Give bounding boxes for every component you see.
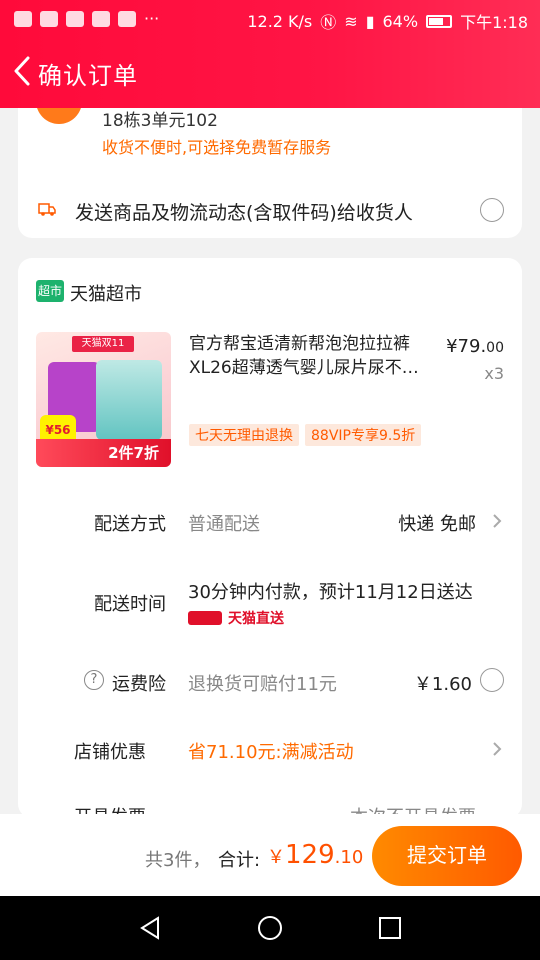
top-bar: ··· 12.2 K/s Ⓝ ≋ ▮ 64% 下午1:18 确认订单 bbox=[0, 0, 540, 108]
address-line: 18栋3单元102 bbox=[102, 111, 218, 131]
tmall-direct-badge: 天猫直送 bbox=[188, 608, 284, 628]
page-title: 确认订单 bbox=[38, 62, 138, 90]
discount-label: 店铺优惠 bbox=[74, 742, 146, 763]
nav-recents-button[interactable] bbox=[376, 914, 404, 942]
notification-icon bbox=[92, 10, 110, 27]
total-label: 合计: bbox=[218, 850, 261, 871]
tag-88vip: 88VIP专享9.5折 bbox=[305, 424, 422, 446]
delivery-time-label: 配送时间 bbox=[94, 594, 166, 615]
triangle-back-icon bbox=[140, 916, 159, 940]
notification-icon bbox=[14, 10, 32, 27]
thumb-banner: 天猫双11 bbox=[72, 336, 134, 352]
thumb-promo-strip: 2件7折 bbox=[36, 439, 171, 467]
delivery-method-row[interactable]: 配送方式 普通配送 快递 免邮 bbox=[18, 506, 522, 536]
signal-icon: ▮ bbox=[365, 11, 375, 31]
total-amount: ￥129.10 bbox=[267, 840, 363, 870]
product-tags: 七天无理由退换 88VIP专享9.5折 bbox=[189, 424, 422, 446]
notification-icon bbox=[40, 10, 58, 27]
nav-home-button[interactable] bbox=[256, 914, 284, 942]
square-recents-icon bbox=[379, 917, 401, 939]
pack-image bbox=[96, 360, 162, 440]
page-header: 确认订单 bbox=[0, 50, 540, 96]
product-name[interactable]: 官方帮宝适清新帮泡泡拉拉裤XL26超薄透气婴儿尿片尿不… bbox=[189, 332, 429, 380]
notification-icon bbox=[66, 10, 84, 27]
product-image[interactable]: 天猫双11 ¥56 2件7折 bbox=[36, 332, 171, 467]
order-card: 超市 天猫超市 天猫双11 ¥56 2件7折 官方帮宝适清新帮泡泡拉拉裤XL26… bbox=[18, 258, 522, 818]
item-count: 共3件， bbox=[145, 850, 211, 871]
delivery-value: 普通配送 bbox=[188, 514, 260, 535]
submit-order-button[interactable]: 提交订单 bbox=[372, 826, 522, 886]
notify-radio[interactable] bbox=[480, 198, 504, 222]
tmall-logo-icon bbox=[188, 611, 222, 625]
truck-icon bbox=[38, 203, 56, 216]
address-hint[interactable]: 收货不便时,可选择免费暂存服务 bbox=[102, 134, 331, 158]
thumb-promo: 2件7折 bbox=[108, 444, 159, 462]
tmall-direct-text: 天猫直送 bbox=[228, 611, 284, 627]
notify-receiver-row[interactable]: 发送商品及物流动态(含取件码)给收货人 bbox=[18, 188, 522, 234]
notification-icon bbox=[118, 10, 136, 27]
wifi-icon: ≋ bbox=[344, 11, 358, 31]
network-speed: 12.2 K/s bbox=[247, 11, 313, 31]
total-currency: ￥ bbox=[267, 847, 285, 868]
nav-back-button[interactable] bbox=[136, 914, 164, 942]
shop-badge: 超市 bbox=[36, 280, 64, 302]
delivery-label: 配送方式 bbox=[94, 514, 166, 535]
insurance-price: ￥1.60 bbox=[413, 674, 472, 695]
total-int: 129 bbox=[285, 840, 335, 870]
product-qty: x3 bbox=[484, 364, 504, 383]
battery-icon bbox=[426, 14, 453, 28]
delivery-right: 快递 免邮 bbox=[398, 514, 476, 535]
circle-home-icon bbox=[258, 916, 282, 940]
delivery-time-value: 30分钟内付款，预计11月12日送达 bbox=[188, 582, 473, 603]
location-icon bbox=[36, 108, 82, 124]
price-main: ¥79. bbox=[446, 336, 487, 357]
price-decimal: 00 bbox=[486, 340, 504, 356]
checkout-bar: 共3件， 合计: ￥129.10 提交订单 bbox=[0, 814, 540, 896]
product-price: ¥79.00 bbox=[446, 336, 504, 357]
system-nav-bar bbox=[0, 896, 540, 960]
tag-return: 七天无理由退换 bbox=[189, 424, 299, 446]
shop-name[interactable]: 天猫超市 bbox=[70, 280, 142, 306]
insurance-value: 退换货可赔付11元 bbox=[188, 674, 337, 695]
address-card[interactable]: 18栋3单元102 收货不便时,可选择免费暂存服务 发送商品及物流动态(含取件码… bbox=[18, 108, 522, 238]
help-icon[interactable]: ? bbox=[84, 670, 104, 690]
back-button[interactable] bbox=[8, 54, 36, 88]
status-bar: ··· 12.2 K/s Ⓝ ≋ ▮ 64% 下午1:18 bbox=[0, 0, 540, 38]
clock: 下午1:18 bbox=[460, 13, 528, 32]
chevron-right-icon bbox=[490, 740, 504, 758]
insurance-radio[interactable] bbox=[480, 668, 504, 692]
freight-insurance-row[interactable]: ? 运费险 退换货可赔付11元 ￥1.60 bbox=[18, 668, 522, 698]
discount-value: 省71.10元:满减活动 bbox=[188, 742, 354, 763]
chevron-right-icon bbox=[490, 512, 504, 530]
shop-discount-row[interactable]: 店铺优惠 省71.10元:满减活动 bbox=[18, 736, 522, 766]
insurance-label: 运费险 bbox=[112, 674, 166, 695]
notify-text: 发送商品及物流动态(含取件码)给收货人 bbox=[75, 202, 413, 224]
more-notifications-icon: ··· bbox=[144, 9, 160, 28]
total-dec: .10 bbox=[334, 847, 364, 868]
battery-percent: 64% bbox=[382, 11, 419, 31]
chevron-left-icon bbox=[14, 56, 30, 86]
nfc-icon: Ⓝ bbox=[320, 13, 337, 32]
